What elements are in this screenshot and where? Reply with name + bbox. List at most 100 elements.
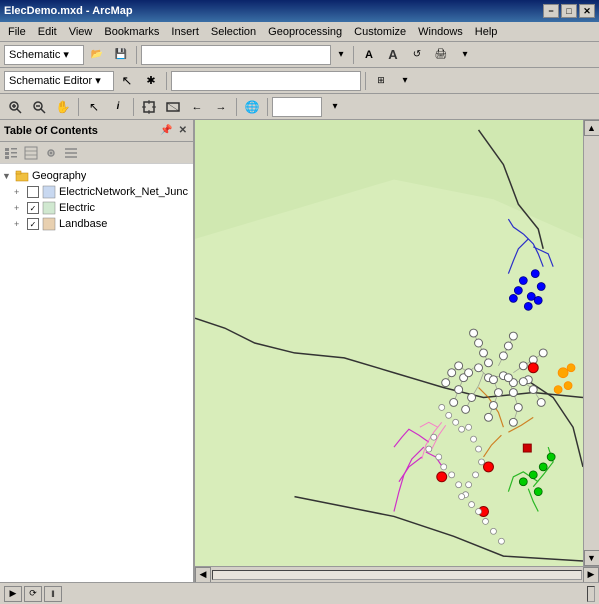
schematic-editor-toolbar: Schematic Editor ▾ ↖ ✱ ⊞ ▾ xyxy=(0,68,599,94)
menu-geoprocessing[interactable]: Geoprocessing xyxy=(262,24,348,40)
editor-tool-1[interactable]: ↖ xyxy=(116,70,138,92)
map-area[interactable] xyxy=(195,120,583,566)
toc-content: ▼ Geography + ElectricNetwork_Net_Junc xyxy=(0,164,193,582)
save-button[interactable]: 💾 xyxy=(110,44,132,66)
globe-btn[interactable]: 🌐 xyxy=(241,96,263,118)
electric-label: Electric xyxy=(59,202,95,214)
menu-customize[interactable]: Customize xyxy=(348,24,412,40)
toc-toolbar xyxy=(0,142,193,164)
open-button[interactable]: 📂 xyxy=(86,44,108,66)
toc-header-controls: 📌 ✕ xyxy=(158,124,189,137)
sep-t4 xyxy=(267,98,268,116)
landbase-label: Landbase xyxy=(59,218,107,230)
separator-2 xyxy=(353,46,354,64)
menu-bookmarks[interactable]: Bookmarks xyxy=(98,24,165,40)
scroll-track-right[interactable] xyxy=(585,136,599,550)
map-svg xyxy=(195,120,583,566)
landbase-icon xyxy=(42,217,56,231)
toc-close-btn[interactable]: ✕ xyxy=(177,124,189,137)
geography-label: Geography xyxy=(32,170,86,182)
geography-expander[interactable]: ▼ xyxy=(2,171,12,181)
maximize-button[interactable]: □ xyxy=(561,4,577,18)
print-tool[interactable]: 🖨 xyxy=(430,44,452,66)
table-of-contents: Table Of Contents 📌 ✕ xyxy=(0,120,195,582)
zoom-back[interactable]: ← xyxy=(186,96,208,118)
toc-source-view[interactable] xyxy=(22,144,40,162)
menu-edit[interactable]: Edit xyxy=(32,24,63,40)
landbase-item[interactable]: + Landbase xyxy=(14,216,191,232)
menu-view[interactable]: View xyxy=(63,24,99,40)
identify-tool[interactable]: i xyxy=(107,96,129,118)
scroll-up-button[interactable]: ▲ xyxy=(584,120,599,136)
geography-group: ▼ Geography + ElectricNetwork_Net_Junc xyxy=(2,168,191,232)
dropdown-arrow[interactable]: ▾ xyxy=(333,44,349,66)
text-tool-a2[interactable]: A xyxy=(382,44,404,66)
scroll-down-button[interactable]: ▼ xyxy=(584,550,599,566)
electric-checkbox[interactable] xyxy=(27,202,39,214)
electricnetwork-expander[interactable]: + xyxy=(14,187,24,197)
zoom-out-tool[interactable] xyxy=(28,96,50,118)
title-bar: ElecDemo.mxd - ArcMap − □ ✕ xyxy=(0,0,599,22)
menu-bar: File Edit View Bookmarks Insert Selectio… xyxy=(0,22,599,42)
toc-visibility-view[interactable] xyxy=(42,144,60,162)
landbase-checkbox[interactable] xyxy=(27,218,39,230)
status-pause-btn[interactable]: ‖ xyxy=(44,586,62,602)
menu-windows[interactable]: Windows xyxy=(412,24,469,40)
main-area: Table Of Contents 📌 ✕ xyxy=(0,120,599,582)
toc-list-view[interactable] xyxy=(2,144,20,162)
minimize-button[interactable]: − xyxy=(543,4,559,18)
editor-tool-2[interactable]: ✱ xyxy=(140,70,162,92)
more-tools-btn[interactable]: ▾ xyxy=(324,96,346,118)
schematic-editor-label: Schematic Editor ▾ xyxy=(9,74,101,87)
menu-file[interactable]: File xyxy=(2,24,32,40)
landbase-expander[interactable]: + xyxy=(14,219,24,229)
sep-t3 xyxy=(236,98,237,116)
schematic-dropdown[interactable]: Schematic ▾ xyxy=(4,45,84,65)
menu-selection[interactable]: Selection xyxy=(205,24,262,40)
geography-group-item[interactable]: ▼ Geography xyxy=(2,168,191,184)
electricnetwork-item[interactable]: + ElectricNetwork_Net_Junc xyxy=(14,184,191,200)
electric-item[interactable]: + Electric xyxy=(14,200,191,216)
snap-tool[interactable]: ⊞ xyxy=(370,70,392,92)
zoom-extent[interactable] xyxy=(138,96,160,118)
toc-pin-btn[interactable]: 📌 xyxy=(158,124,174,137)
separator-1 xyxy=(136,46,137,64)
sep-edit-2 xyxy=(365,72,366,90)
status-coord xyxy=(587,586,595,602)
sep-t2 xyxy=(133,98,134,116)
scrollbar-right: ▲ ▼ xyxy=(583,120,599,566)
sep-t1 xyxy=(78,98,79,116)
electric-expander[interactable]: + xyxy=(14,203,24,213)
more-edit-btn[interactable]: ▾ xyxy=(394,70,416,92)
scrollbar-bottom: ◀ ▶ xyxy=(195,566,599,582)
zoom-forward[interactable]: → xyxy=(210,96,232,118)
electricnetwork-checkbox[interactable] xyxy=(27,186,39,198)
pan-tool[interactable]: ✋ xyxy=(52,96,74,118)
layer-dropdown[interactable] xyxy=(141,45,331,65)
editor-layer-dropdown[interactable] xyxy=(171,71,361,91)
zoom-in-tool[interactable] xyxy=(4,96,26,118)
schematic-toolbar: Schematic ▾ 📂 💾 ▾ A A ↺ 🖨 ▾ xyxy=(0,42,599,68)
schematic-editor-dropdown[interactable]: Schematic Editor ▾ xyxy=(4,71,114,91)
menu-help[interactable]: Help xyxy=(469,24,504,40)
status-bar: ▶ ⟳ ‖ xyxy=(0,582,599,604)
toc-title: Table Of Contents xyxy=(4,125,98,137)
arrow-select[interactable]: ↖ xyxy=(83,96,105,118)
status-play-btn[interactable]: ▶ xyxy=(4,586,22,602)
rotate-tool[interactable]: ↺ xyxy=(406,44,428,66)
scroll-left-button[interactable]: ◀ xyxy=(195,567,211,583)
scroll-track-bottom[interactable] xyxy=(212,570,582,580)
title-text: ElecDemo.mxd - ArcMap xyxy=(4,5,133,17)
text-tool-a[interactable]: A xyxy=(358,44,380,66)
status-refresh-btn[interactable]: ⟳ xyxy=(24,586,42,602)
close-button[interactable]: ✕ xyxy=(579,4,595,18)
toc-options-btn[interactable] xyxy=(62,144,80,162)
scroll-right-button[interactable]: ▶ xyxy=(583,567,599,583)
menu-insert[interactable]: Insert xyxy=(165,24,205,40)
electric-icon xyxy=(42,201,56,215)
full-extent[interactable] xyxy=(162,96,184,118)
electricnetwork-label: ElectricNetwork_Net_Junc xyxy=(59,186,188,198)
more-btn[interactable]: ▾ xyxy=(454,44,476,66)
group-icon xyxy=(15,169,29,183)
scale-dropdown[interactable] xyxy=(272,97,322,117)
